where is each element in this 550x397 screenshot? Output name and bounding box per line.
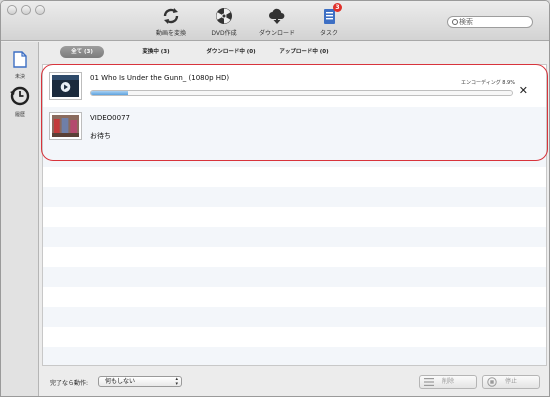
task-list-icon: 3 (320, 3, 342, 25)
progress-fill (91, 91, 129, 95)
filter-tabs: 全て (3) 変換中 (3) ダウンロード中 (0) アップロード中 (0) (46, 46, 542, 58)
close-window-button[interactable] (7, 5, 17, 15)
after-complete-value: 何もしない (105, 378, 136, 385)
history-clock-icon (10, 86, 30, 106)
delete-label: 削除 (441, 378, 454, 385)
after-complete-label: 完了なら動作: (50, 380, 89, 387)
after-complete-select[interactable]: 何もしない ▴ ▾ (98, 376, 182, 387)
download-button[interactable]: ダウンロード (252, 7, 302, 37)
task-status: エンコーディング 8.9% (461, 80, 515, 86)
toolbar: 動画を変換 DVD作成 ダウンロード 3 タスク 検索 (1, 1, 549, 41)
minimize-window-button[interactable] (21, 5, 31, 15)
cloud-download-icon (268, 7, 286, 25)
stop-button[interactable]: 停止 (482, 375, 540, 389)
list-delete-icon (424, 378, 434, 386)
sidebar: 未決 履歴 (1, 42, 39, 396)
video-thumbnail (49, 72, 82, 100)
row-stripe (43, 267, 546, 287)
tab-converting[interactable]: 変換中 (3) (136, 46, 176, 58)
select-arrows-icon: ▴ ▾ (175, 376, 178, 387)
disc-icon (215, 7, 233, 25)
delete-button[interactable]: 削除 (419, 375, 477, 389)
sidebar-item-pending[interactable]: 未決 (1, 51, 39, 80)
tab-uploading[interactable]: アップロード中 (0) (274, 46, 334, 58)
tab-all[interactable]: 全て (3) (60, 46, 104, 58)
sidebar-item-label: 履歴 (14, 112, 25, 118)
sidebar-item-history[interactable]: 履歴 (1, 86, 39, 118)
stop-label: 停止 (504, 378, 517, 385)
task-list: 01 Who Is Under the Gunn_ (1080p HD) エンコ… (42, 64, 547, 366)
zoom-window-button[interactable] (35, 5, 45, 15)
sidebar-item-label: 未決 (14, 74, 25, 80)
close-icon[interactable]: ✕ (519, 85, 528, 96)
row-stripe (43, 147, 546, 167)
convert-video-button[interactable]: 動画を変換 (146, 7, 196, 37)
download-label: ダウンロード (258, 30, 295, 37)
row-stripe (43, 187, 546, 207)
search-input[interactable]: 検索 (447, 16, 533, 28)
dvd-label: DVD作成 (211, 30, 237, 37)
search-icon (452, 19, 458, 25)
task-button[interactable]: 3 タスク (304, 3, 354, 37)
row-stripe (43, 307, 546, 327)
convert-icon (162, 7, 180, 25)
convert-label: 動画を変換 (155, 30, 186, 37)
list-item[interactable]: 01 Who Is Under the Gunn_ (1080p HD) エンコ… (43, 67, 546, 107)
task-label: タスク (319, 30, 338, 37)
task-title: 01 Who Is Under the Gunn_ (1080p HD) (90, 74, 230, 82)
document-icon (13, 51, 27, 68)
stop-icon (487, 377, 497, 387)
tab-downloading[interactable]: ダウンロード中 (0) (201, 46, 261, 58)
task-title: VIDEO0077 (90, 114, 130, 122)
app-window: 動画を変換 DVD作成 ダウンロード 3 タスク 検索 未決 履歴 全て (3)… (0, 0, 550, 397)
task-count-badge: 3 (333, 3, 342, 12)
dvd-create-button[interactable]: DVD作成 (199, 7, 249, 37)
row-stripe (43, 227, 546, 247)
list-item[interactable]: VIDEO0077 お待ち (43, 107, 546, 147)
row-stripe (43, 347, 546, 365)
footer: 完了なら動作: 何もしない ▴ ▾ 削除 停止 (42, 372, 547, 392)
progress-bar (90, 90, 513, 96)
video-thumbnail (49, 112, 82, 140)
search-placeholder: 検索 (459, 18, 473, 26)
task-status: お待ち (90, 132, 111, 140)
